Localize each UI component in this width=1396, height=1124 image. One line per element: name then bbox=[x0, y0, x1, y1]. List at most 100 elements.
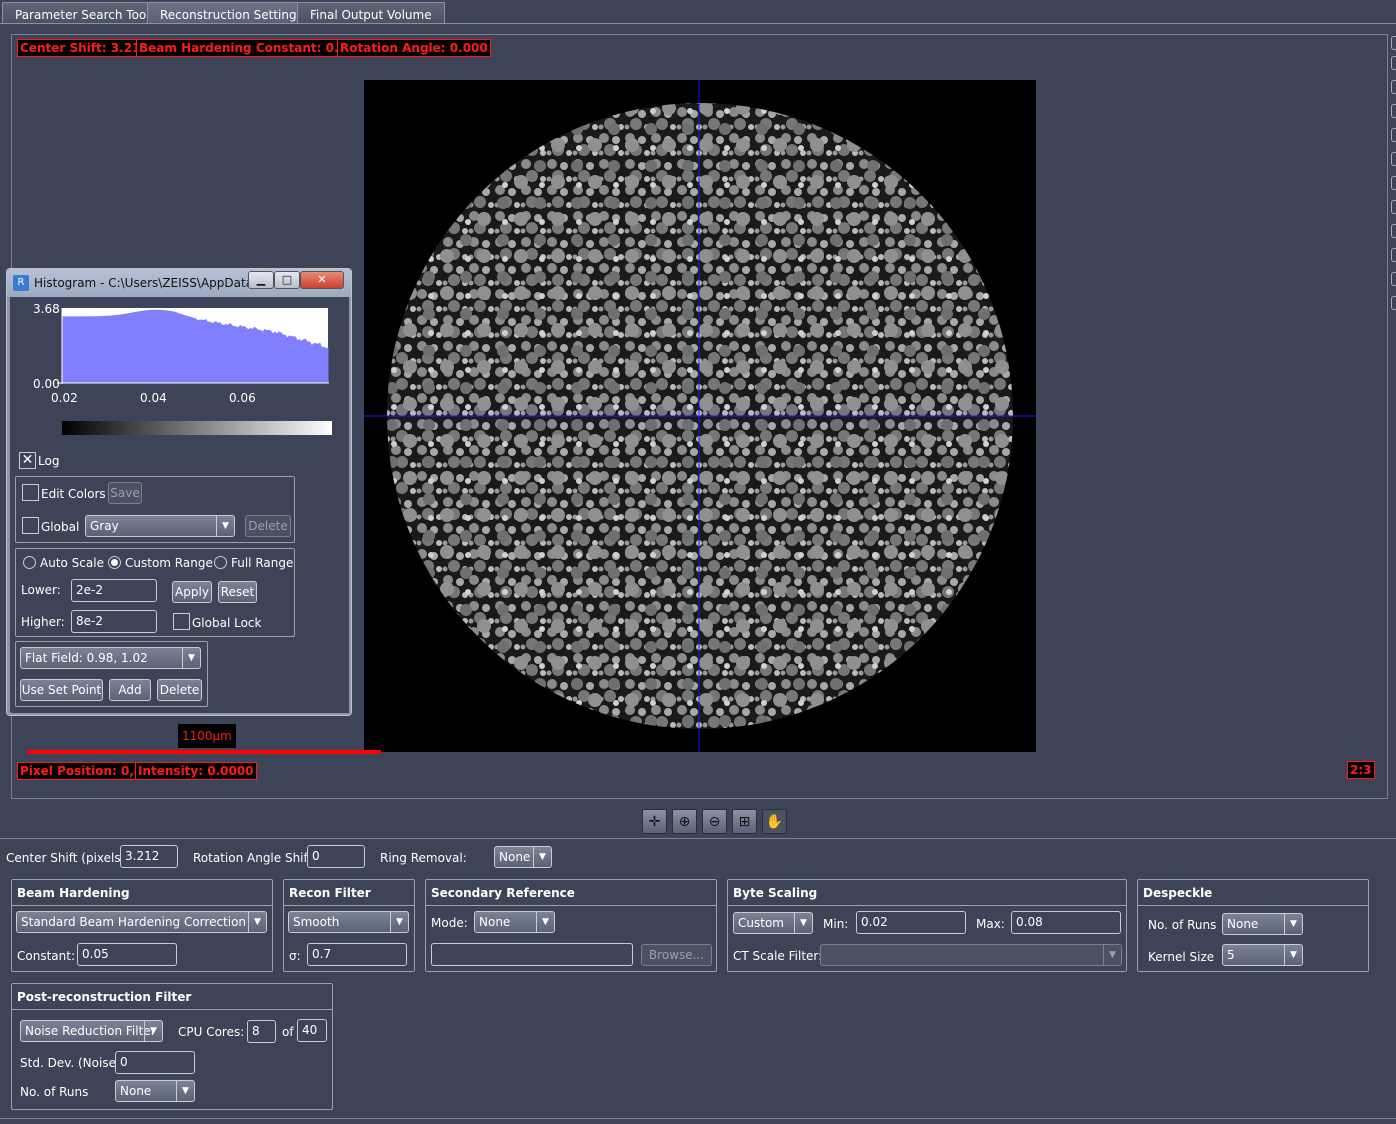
byte-scaling-select[interactable]: Custom ▼ bbox=[733, 912, 813, 934]
tab-parameter-search[interactable]: Parameter Search Tool bbox=[2, 2, 163, 24]
recon-filter-value: Smooth bbox=[293, 915, 340, 929]
tab-divider bbox=[0, 23, 1396, 24]
side-handle[interactable] bbox=[1391, 36, 1396, 50]
side-handle[interactable] bbox=[1391, 224, 1396, 238]
rotation-shift-label: Rotation Angle Shift: bbox=[193, 851, 317, 865]
zoom-out-icon[interactable]: ⊖ bbox=[702, 809, 727, 834]
full-range-label: Full Range bbox=[231, 556, 294, 570]
save-button[interactable]: Save bbox=[108, 482, 142, 504]
side-handle[interactable] bbox=[1391, 296, 1396, 310]
side-handle[interactable] bbox=[1391, 200, 1396, 214]
post-runs-select[interactable]: None ▼ bbox=[115, 1080, 195, 1102]
byte-scaling-title: Byte Scaling bbox=[728, 880, 1126, 906]
rotation-shift-input[interactable]: 0 bbox=[307, 845, 365, 868]
cpu-cores-input[interactable]: 8 bbox=[247, 1020, 276, 1043]
crosshair-tool-icon[interactable]: ✛ bbox=[642, 809, 667, 834]
intensity-overlay: Intensity: 0.0000 bbox=[135, 762, 257, 780]
minimize-button[interactable]: ▁ bbox=[248, 271, 274, 289]
zoom-in-icon[interactable]: ⊕ bbox=[672, 809, 697, 834]
post-filter-select[interactable]: Noise Reduction Filter ▼ bbox=[20, 1020, 163, 1042]
sigma-label: σ: bbox=[289, 949, 301, 963]
side-handle[interactable] bbox=[1391, 128, 1396, 142]
constant-input[interactable]: 0.05 bbox=[77, 943, 177, 966]
ct-scale-filter-label: CT Scale Filter: bbox=[733, 949, 823, 963]
beam-hardening-select[interactable]: Standard Beam Hardening Correction ▼ bbox=[16, 911, 267, 933]
side-handle[interactable] bbox=[1391, 80, 1396, 94]
ring-removal-label: Ring Removal: bbox=[380, 851, 467, 865]
colormap-value: Gray bbox=[90, 519, 119, 533]
auto-scale-radio[interactable] bbox=[23, 556, 36, 569]
min-input[interactable]: 0.02 bbox=[856, 911, 966, 934]
zoom-region-icon[interactable]: ⊞ bbox=[732, 809, 757, 834]
recon-filter-select[interactable]: Smooth ▼ bbox=[288, 911, 409, 933]
mode-label: Mode: bbox=[431, 916, 468, 930]
histogram-titlebar[interactable]: R Histogram - C:\Users\ZEISS\AppData\...… bbox=[7, 269, 351, 297]
apply-button[interactable]: Apply bbox=[172, 581, 212, 603]
chevron-down-icon: ▼ bbox=[216, 516, 234, 536]
lower-input[interactable]: 2e-2 bbox=[71, 579, 157, 602]
chevron-down-icon: ▼ bbox=[176, 1081, 194, 1101]
of-label: of bbox=[282, 1025, 294, 1039]
global-label: Global bbox=[41, 520, 80, 534]
lower-label: Lower: bbox=[21, 583, 61, 597]
log-label: Log bbox=[38, 454, 60, 468]
sigma-input[interactable]: 0.7 bbox=[307, 943, 407, 966]
side-handle[interactable] bbox=[1391, 176, 1396, 190]
higher-input[interactable]: 8e-2 bbox=[71, 610, 157, 633]
tab-final-output-volume[interactable]: Final Output Volume bbox=[297, 2, 445, 24]
ct-scale-filter-select[interactable]: ▼ bbox=[820, 944, 1122, 966]
flat-field-select[interactable]: Flat Field: 0.98, 1.02 ▼ bbox=[20, 647, 201, 669]
browse-button[interactable]: Browse... bbox=[641, 944, 712, 966]
ring-removal-select[interactable]: None ▼ bbox=[494, 846, 552, 868]
chevron-down-icon: ▼ bbox=[1284, 945, 1302, 965]
secondary-mode-select[interactable]: None ▼ bbox=[474, 911, 555, 933]
max-input[interactable]: 0.08 bbox=[1011, 911, 1121, 934]
std-dev-input[interactable]: 0 bbox=[115, 1051, 195, 1074]
min-label: Min: bbox=[823, 917, 849, 931]
histogram-x-tick: 0.02 bbox=[51, 391, 78, 405]
delete-colormap-button[interactable]: Delete bbox=[245, 515, 291, 537]
rotation-angle-overlay: Rotation Angle: 0.000 bbox=[337, 39, 491, 57]
chevron-down-icon: ▼ bbox=[533, 847, 551, 867]
reset-button[interactable]: Reset bbox=[218, 581, 257, 603]
despeckle-runs-select[interactable]: None ▼ bbox=[1222, 913, 1303, 935]
colormap-select[interactable]: Gray ▼ bbox=[85, 515, 235, 537]
byte-scaling-value: Custom bbox=[738, 916, 784, 930]
chevron-down-icon: ▼ bbox=[1103, 945, 1121, 965]
side-handle[interactable] bbox=[1391, 152, 1396, 166]
delete-set-point-button[interactable]: Delete bbox=[157, 679, 202, 701]
kernel-size-value: 5 bbox=[1227, 948, 1235, 962]
tab-reconstruction-settings[interactable]: Reconstruction Settings bbox=[147, 2, 316, 24]
global-lock-checkbox[interactable] bbox=[173, 613, 190, 630]
maximize-button[interactable]: □ bbox=[274, 271, 300, 289]
despeckle-runs-value: None bbox=[1227, 917, 1259, 931]
scale-bar bbox=[27, 750, 381, 754]
zoom-ratio-overlay: 2:3 bbox=[1347, 761, 1375, 779]
side-handle[interactable] bbox=[1391, 56, 1396, 70]
close-button[interactable]: ✕ bbox=[300, 271, 344, 289]
full-range-radio[interactable] bbox=[214, 556, 227, 569]
edit-colors-checkbox[interactable] bbox=[22, 484, 39, 501]
log-checkbox[interactable]: ✕ bbox=[19, 452, 36, 469]
side-handle[interactable] bbox=[1391, 104, 1396, 118]
secondary-path-input[interactable] bbox=[431, 943, 633, 966]
flat-field-value: Flat Field: 0.98, 1.02 bbox=[25, 651, 148, 665]
side-handle[interactable] bbox=[1391, 272, 1396, 286]
center-shift-input[interactable]: 3.212 bbox=[120, 845, 178, 868]
use-set-point-button[interactable]: Use Set Point bbox=[20, 679, 103, 701]
side-handle[interactable] bbox=[1391, 248, 1396, 262]
custom-range-radio[interactable] bbox=[108, 556, 121, 569]
histogram-body: 3.68 0.00 0.02 0.04 0.06 ✕ Log Edit Colo… bbox=[11, 297, 349, 713]
post-runs-value: None bbox=[120, 1084, 152, 1098]
global-checkbox[interactable] bbox=[22, 517, 39, 534]
reconstruction-image[interactable] bbox=[364, 80, 1036, 752]
beam-hardening-title: Beam Hardening bbox=[12, 880, 272, 906]
add-button[interactable]: Add bbox=[109, 679, 151, 701]
histogram-window[interactable]: R Histogram - C:\Users\ZEISS\AppData\...… bbox=[6, 268, 352, 716]
bottom-border bbox=[0, 1118, 1396, 1119]
kernel-size-select[interactable]: 5 ▼ bbox=[1222, 944, 1303, 966]
despeckle-title: Despeckle bbox=[1138, 880, 1368, 906]
pan-hand-icon[interactable]: ✋ bbox=[762, 809, 787, 834]
cpu-cores-label: CPU Cores: bbox=[178, 1025, 245, 1039]
chevron-down-icon: ▼ bbox=[390, 912, 408, 932]
